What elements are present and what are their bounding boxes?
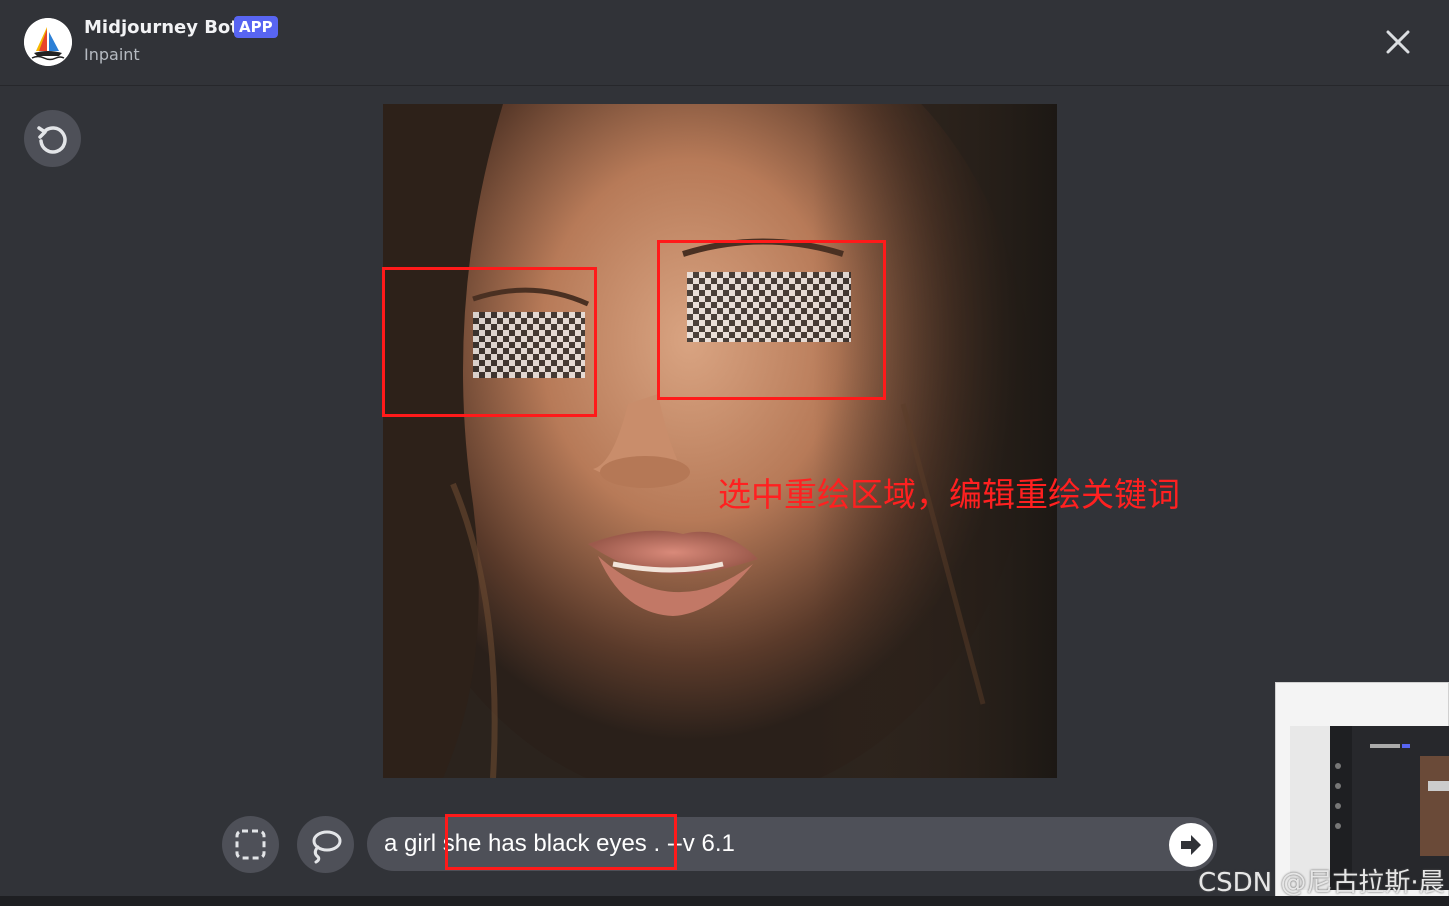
highlight-box-prompt (445, 814, 677, 870)
rectangle-select-icon (235, 829, 266, 860)
watermark: CSDN @尼古拉斯·晨 (1198, 868, 1445, 898)
inpaint-image-canvas[interactable] (383, 104, 1057, 778)
prompt-text-part1: a girl (384, 830, 443, 857)
bot-name: Midjourney Bot (84, 17, 239, 38)
modal-subtitle: Inpaint (84, 45, 140, 64)
midjourney-avatar (24, 18, 72, 66)
close-icon (1386, 30, 1410, 54)
highlight-box-right-eye (657, 240, 886, 400)
portrait-image (383, 104, 1057, 778)
app-badge: APP (234, 16, 278, 38)
lasso-select-button[interactable] (297, 816, 354, 873)
send-button[interactable] (1169, 823, 1213, 867)
undo-icon (37, 126, 67, 154)
lasso-icon (312, 830, 342, 864)
midjourney-sailboat-icon (24, 18, 72, 66)
modal-header: Midjourney Bot APP Inpaint (0, 0, 1449, 86)
highlight-box-left-eye (382, 267, 597, 417)
bottom-bar (0, 896, 1449, 906)
annotation-text: 选中重绘区域，编辑重绘关键词 (718, 475, 1180, 514)
send-arrow-icon (1181, 835, 1201, 855)
rectangle-select-button[interactable] (222, 816, 279, 873)
close-button[interactable] (1382, 26, 1414, 58)
undo-button[interactable] (24, 110, 81, 167)
